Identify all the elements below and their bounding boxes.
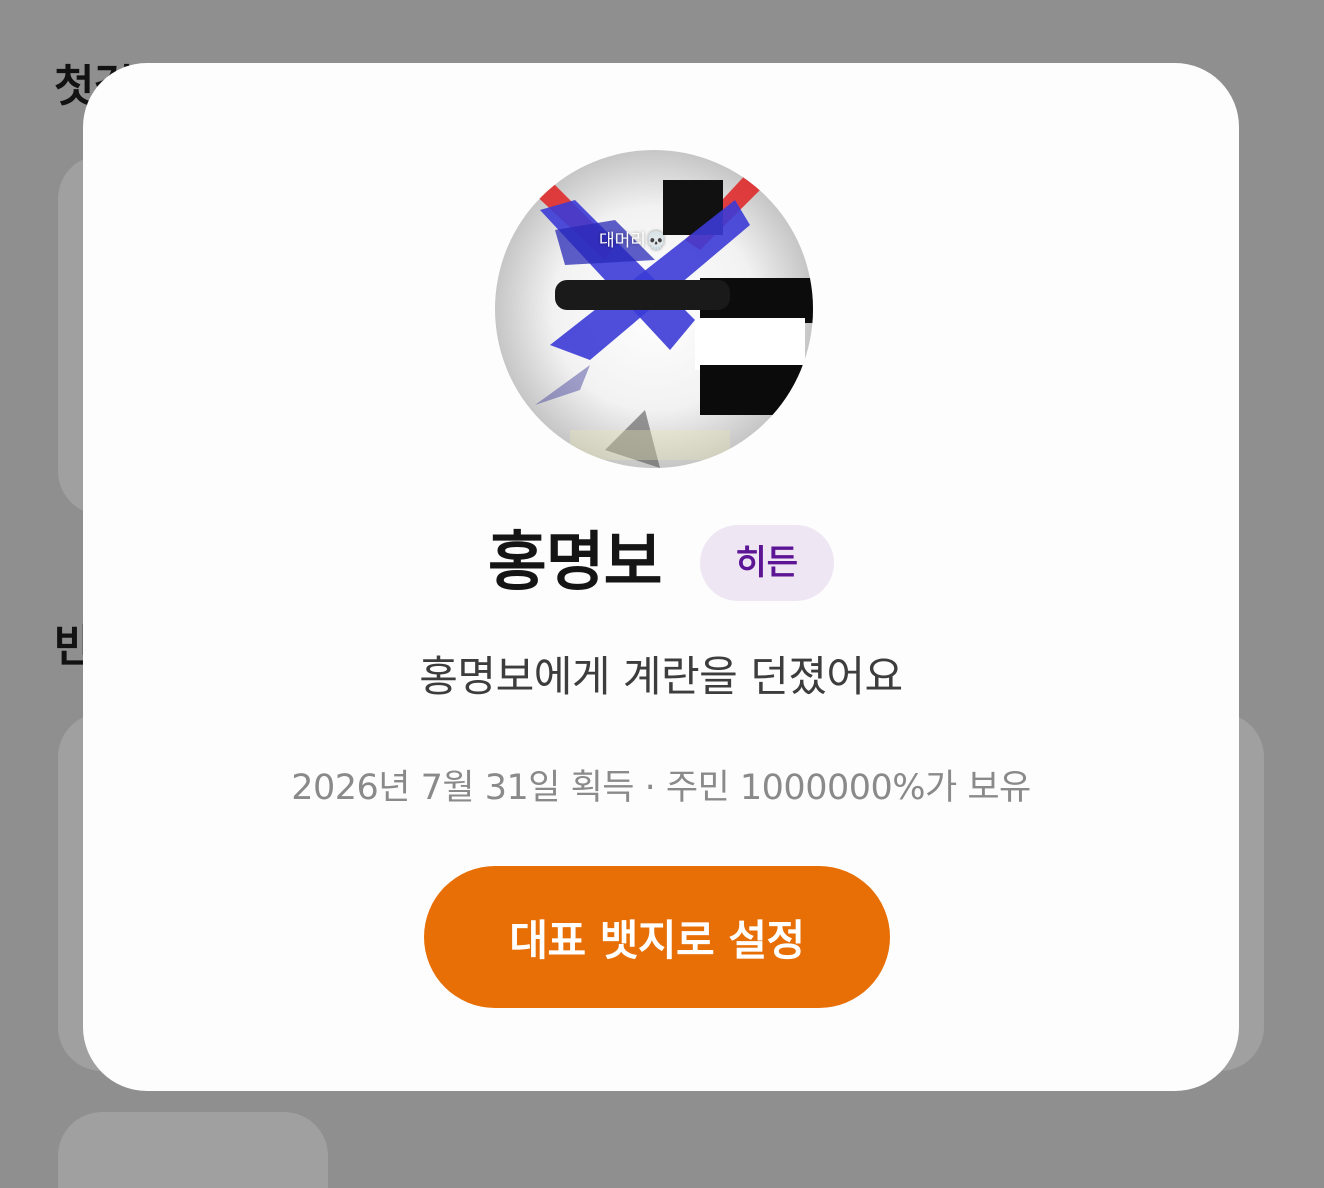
background-card — [58, 1112, 328, 1188]
badge-title-row: 홍명보 히든 — [83, 521, 1239, 605]
badge-description: 홍명보에게 계란을 던졌어요 — [419, 652, 903, 701]
badge-image-art — [530, 170, 813, 468]
badge-tier-label: 히든 — [699, 525, 835, 601]
set-primary-badge-button[interactable]: 대표 뱃지로 설정 — [424, 866, 890, 1008]
badge-image-caption: 대머리💀 — [599, 231, 668, 251]
page: 첫걸음 반 — [0, 0, 1324, 1188]
badge-detail-modal: 대머리💀 홍명보 히든 홍명보에게 계란을 던졌어요 2026년 7월 31일 … — [83, 63, 1239, 1091]
badge-name: 홍명보 — [487, 526, 663, 600]
badge-acquisition-info: 2026년 7월 31일 획득 · 주민 1000000%가 보유 — [291, 768, 1031, 808]
badge-image: 대머리💀 — [495, 150, 813, 468]
